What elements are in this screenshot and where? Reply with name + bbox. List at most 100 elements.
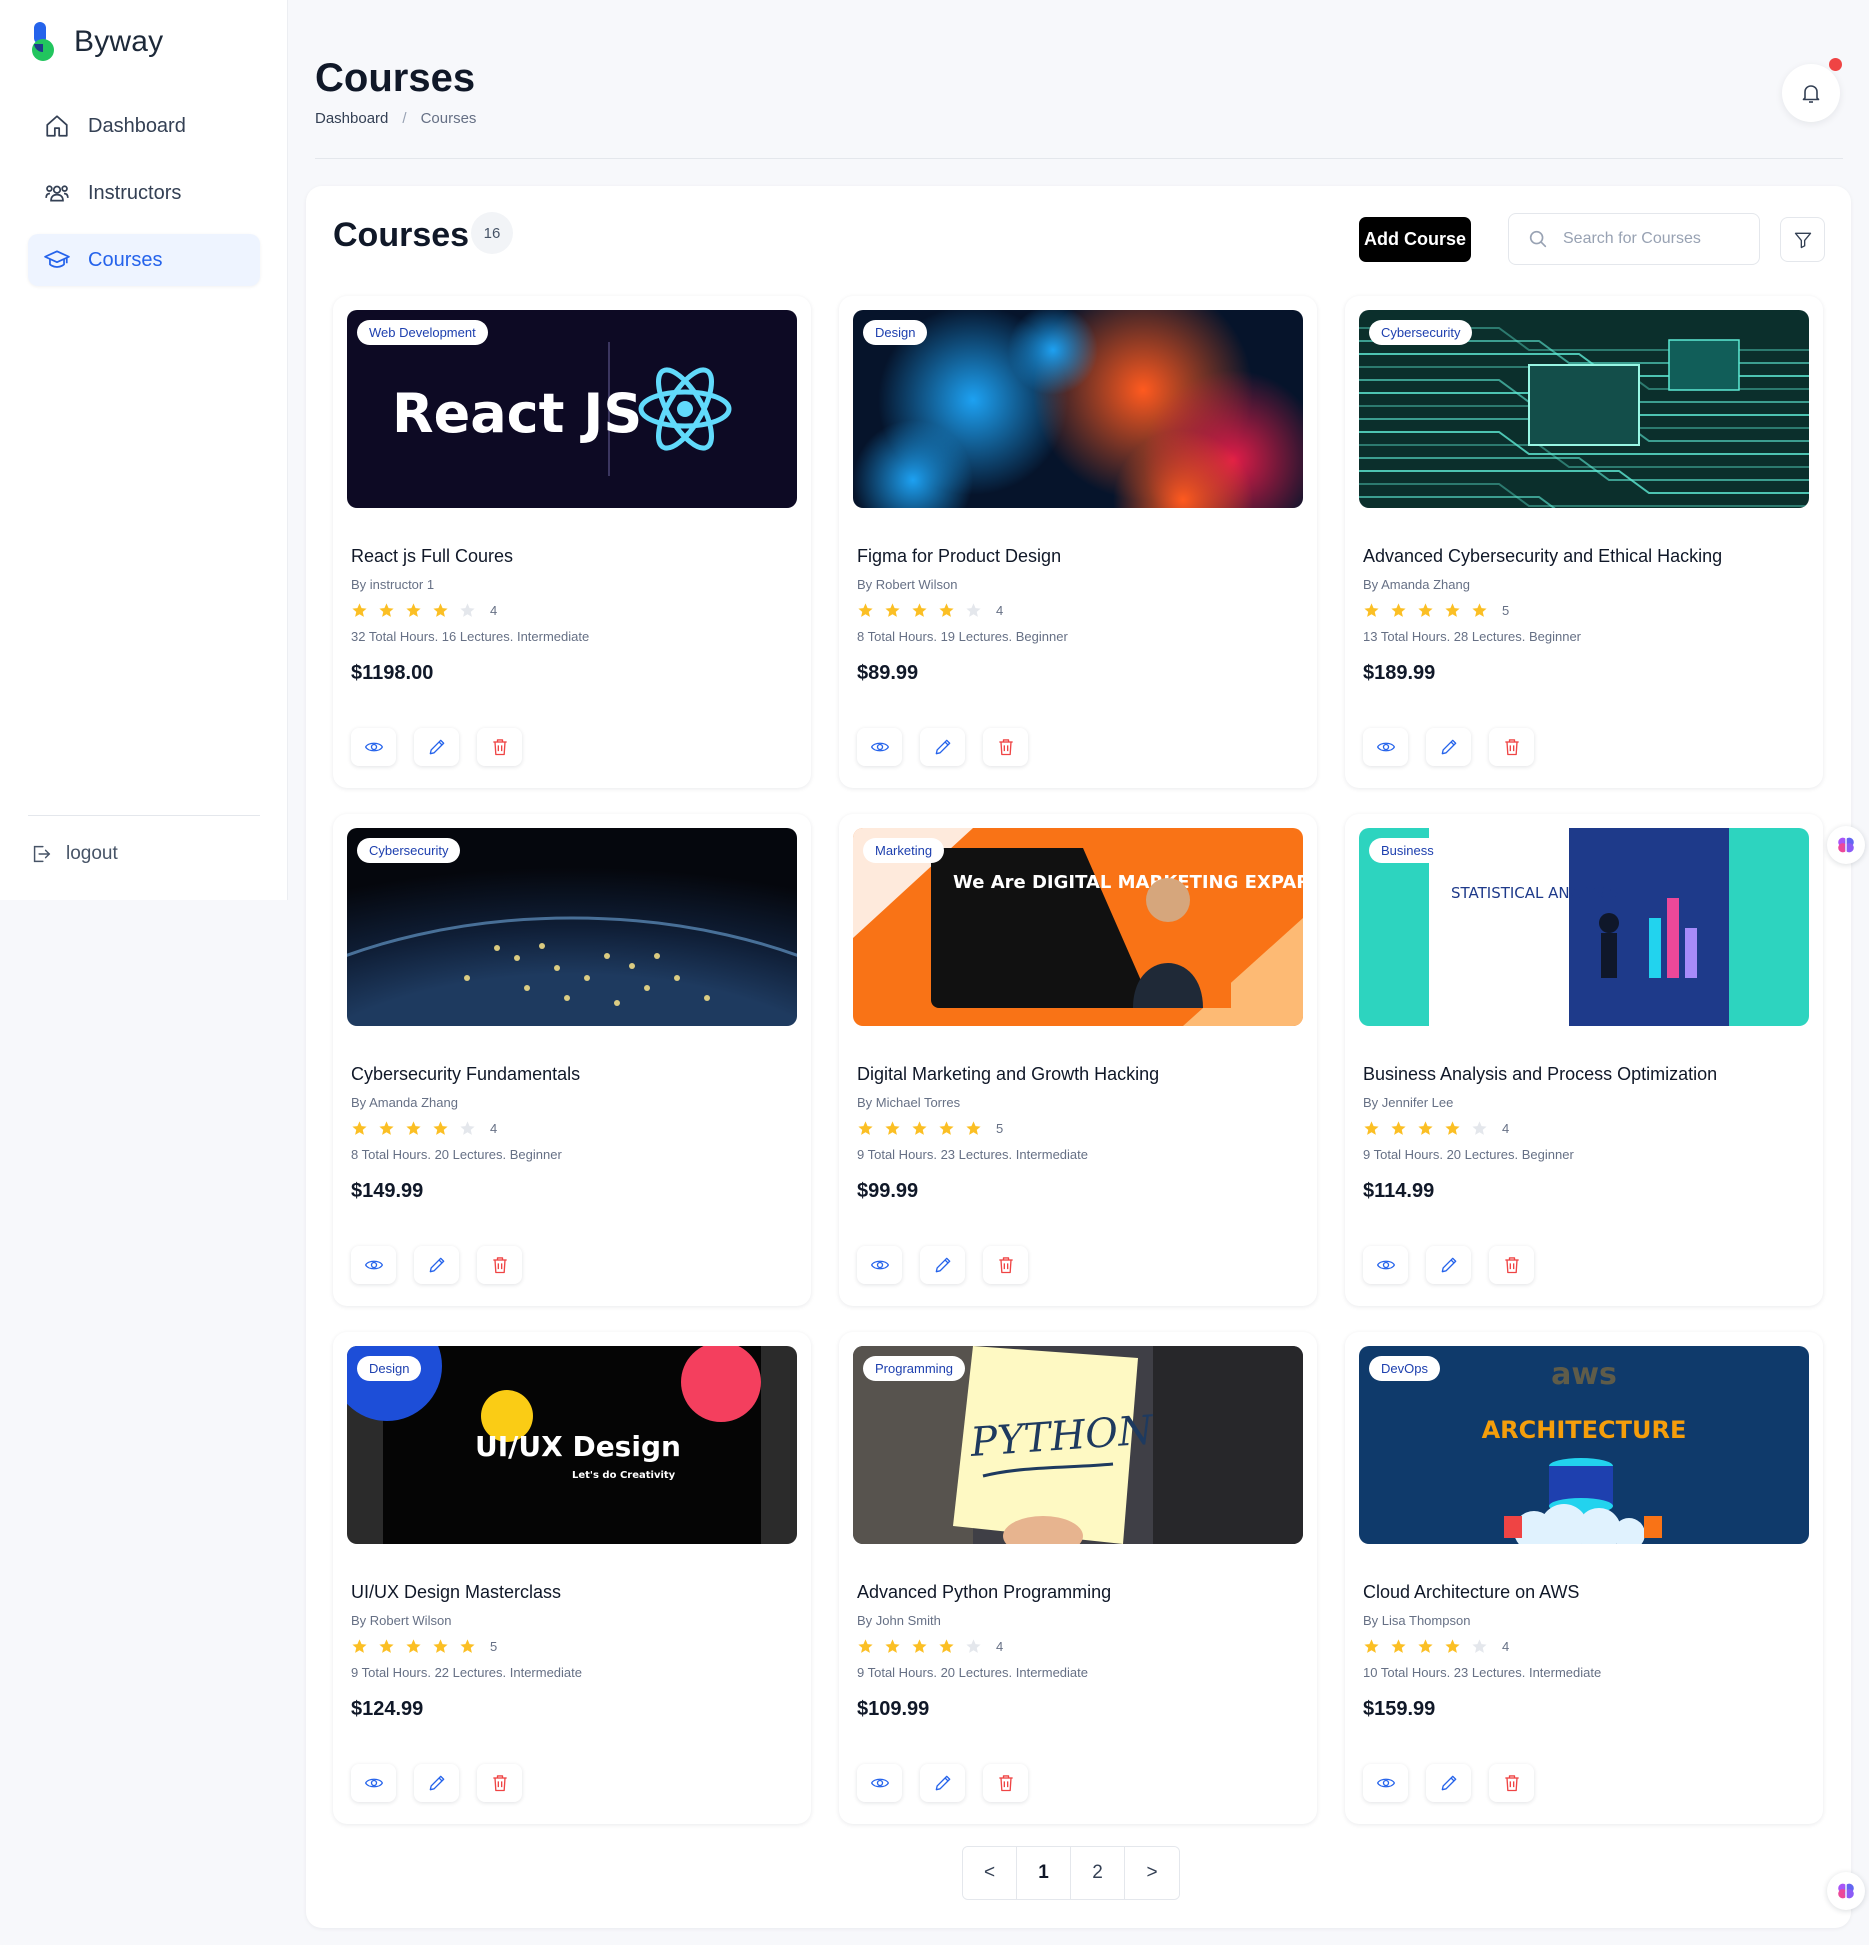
pagination-prev[interactable]: < [963, 1847, 1017, 1899]
edit-course-button[interactable] [414, 1246, 459, 1284]
course-actions [351, 1764, 522, 1802]
course-price: $109.99 [857, 1698, 930, 1720]
view-course-button[interactable] [351, 728, 396, 766]
course-price: $114.99 [1363, 1180, 1435, 1202]
course-card[interactable]: UI/UX Design Let's do Creativity Design UI/… [333, 1332, 811, 1824]
edit-course-button[interactable] [1426, 1764, 1471, 1802]
course-card[interactable]: Cybersecurity Advanced Cybersecurity and … [1345, 296, 1823, 788]
view-course-button[interactable] [857, 728, 902, 766]
delete-course-button[interactable] [477, 728, 522, 766]
course-title[interactable]: Advanced Cybersecurity and Ethical Hacki… [1359, 546, 1809, 567]
course-meta: 9 Total Hours. 20 Lectures. Intermediate [857, 1665, 1088, 1680]
course-title[interactable]: Cloud Architecture on AWS [1359, 1582, 1809, 1603]
view-course-button[interactable] [1363, 1764, 1408, 1802]
delete-course-button[interactable] [983, 728, 1028, 766]
thumbnail-title: React JS [392, 382, 642, 445]
breadcrumb-root[interactable]: Dashboard [315, 110, 388, 127]
course-rating: 4 [1359, 1638, 1809, 1655]
delete-course-button[interactable] [983, 1246, 1028, 1284]
course-thumbnail: PYTHON Programming [853, 1346, 1303, 1544]
pencil-icon [1441, 739, 1456, 755]
edit-course-button[interactable] [920, 1764, 965, 1802]
pencil-icon [429, 739, 444, 755]
notifications-button[interactable] [1782, 64, 1840, 122]
search-input[interactable] [1563, 230, 1743, 248]
delete-course-button[interactable] [477, 1246, 522, 1284]
star-filled-icon [379, 603, 394, 617]
course-card[interactable]: Design Figma for Product Design By Robert … [839, 296, 1317, 788]
star-filled-icon [1364, 603, 1379, 617]
course-title[interactable]: Cybersecurity Fundamentals [347, 1064, 797, 1085]
course-meta: 8 Total Hours. 20 Lectures. Beginner [351, 1147, 562, 1162]
course-actions [1363, 1246, 1534, 1284]
star-filled-icon [939, 1639, 954, 1653]
course-card[interactable]: We Are DIGITAL MARKETING EXPART Marketing… [839, 814, 1317, 1306]
brand[interactable]: Byway [30, 22, 163, 62]
sidebar-item-label: Courses [88, 248, 163, 271]
view-course-button[interactable] [351, 1764, 396, 1802]
delete-course-button[interactable] [983, 1764, 1028, 1802]
star-empty-icon [460, 1121, 475, 1135]
star-filled-icon [939, 603, 954, 617]
brain-icon [1838, 837, 1854, 853]
edit-course-button[interactable] [414, 1764, 459, 1802]
pencil-icon [1441, 1257, 1456, 1273]
view-course-button[interactable] [1363, 1246, 1408, 1284]
floating-widget-top[interactable] [1827, 826, 1865, 864]
delete-course-button[interactable] [1489, 1764, 1534, 1802]
course-rating: 4 [347, 602, 797, 619]
delete-course-button[interactable] [1489, 728, 1534, 766]
course-card[interactable]: aws ARCHITECTURE DevOps Cloud Architecture … [1345, 1332, 1823, 1824]
course-author: By Lisa Thompson [1363, 1613, 1471, 1628]
eye-icon [870, 1778, 889, 1788]
course-card[interactable]: React JS Web Development React js Full Cou… [333, 296, 811, 788]
sidebar-item-courses[interactable]: Courses [28, 234, 260, 286]
add-course-button[interactable]: Add Course [1359, 217, 1471, 262]
pagination-page-2[interactable]: 2 [1071, 1847, 1125, 1899]
course-author: By Jennifer Lee [1363, 1095, 1454, 1110]
search-box[interactable] [1508, 213, 1760, 265]
pagination-next[interactable]: > [1125, 1847, 1179, 1899]
star-filled-icon [885, 1639, 900, 1653]
panel-title: Courses [333, 216, 470, 254]
trash-icon [1504, 1775, 1519, 1792]
view-course-button[interactable] [857, 1764, 902, 1802]
course-title[interactable]: React js Full Coures [347, 546, 797, 567]
delete-course-button[interactable] [1489, 1246, 1534, 1284]
edit-course-button[interactable] [1426, 728, 1471, 766]
course-author: By Robert Wilson [857, 577, 958, 592]
view-course-button[interactable] [351, 1246, 396, 1284]
breadcrumb-separator: / [402, 110, 407, 127]
filter-button[interactable] [1780, 217, 1825, 262]
breadcrumb: Dashboard / Courses [315, 110, 476, 127]
pagination-page-1[interactable]: 1 [1017, 1847, 1071, 1899]
course-actions [857, 1246, 1028, 1284]
course-title[interactable]: Business Analysis and Process Optimizati… [1359, 1064, 1809, 1085]
course-price: $159.99 [1363, 1698, 1436, 1720]
edit-course-button[interactable] [414, 728, 459, 766]
delete-course-button[interactable] [477, 1764, 522, 1802]
course-card[interactable]: PYTHON Programming Advanced Python Program… [839, 1332, 1317, 1824]
edit-course-button[interactable] [920, 1246, 965, 1284]
edit-course-button[interactable] [1426, 1246, 1471, 1284]
search-icon [1529, 230, 1547, 248]
course-title[interactable]: Figma for Product Design [853, 546, 1303, 567]
logout-label: logout [66, 843, 118, 864]
course-card[interactable]: Cybersecurity Cybersecurity Fundamentals B… [333, 814, 811, 1306]
star-filled-icon [1391, 1639, 1406, 1653]
floating-widget-bottom[interactable] [1827, 1872, 1865, 1910]
course-card[interactable]: STATISTICAL ANALYSIS Business Business Ana… [1345, 814, 1823, 1306]
course-title[interactable]: Digital Marketing and Growth Hacking [853, 1064, 1303, 1085]
course-title[interactable]: UI/UX Design Masterclass [347, 1582, 797, 1603]
sidebar-item-instructors[interactable]: Instructors [28, 167, 260, 219]
course-title[interactable]: Advanced Python Programming [853, 1582, 1303, 1603]
sidebar: Byway Dashboard Instructors Courses logo… [0, 0, 288, 900]
sidebar-item-dashboard[interactable]: Dashboard [28, 100, 260, 152]
edit-course-button[interactable] [920, 728, 965, 766]
rating-value: 4 [1502, 1121, 1510, 1136]
bell-icon [1802, 85, 1820, 103]
star-filled-icon [406, 1121, 421, 1135]
view-course-button[interactable] [857, 1246, 902, 1284]
view-course-button[interactable] [1363, 728, 1408, 766]
logout-button[interactable]: logout [30, 843, 118, 865]
